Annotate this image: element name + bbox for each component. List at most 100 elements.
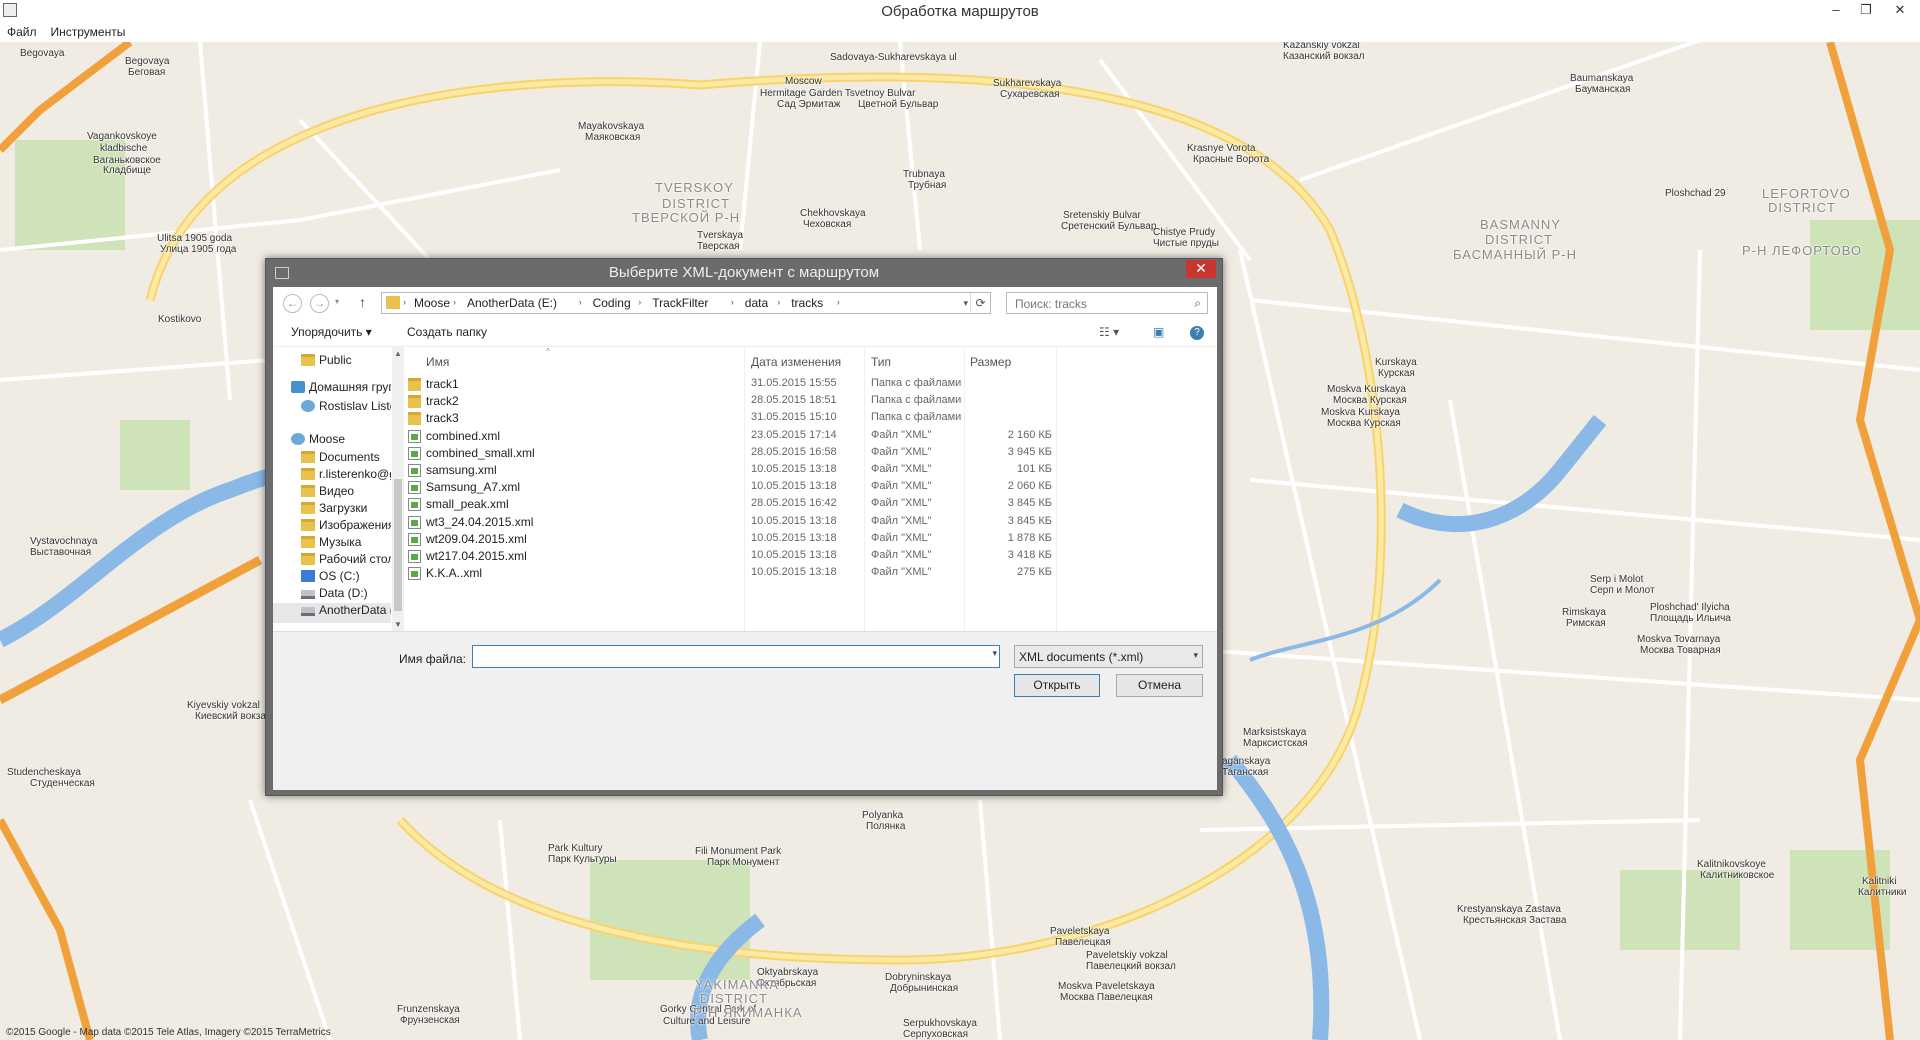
nav-item[interactable]: Public bbox=[273, 353, 391, 373]
file-name: combined.xml bbox=[426, 428, 501, 443]
nav-item[interactable]: Moose bbox=[273, 432, 391, 452]
folder-icon bbox=[408, 395, 421, 409]
xml-file-icon bbox=[408, 498, 421, 512]
folder-icon bbox=[301, 553, 315, 565]
menu-tools[interactable]: Инструменты bbox=[44, 23, 133, 41]
map-label: Крестьянская Застава bbox=[1463, 915, 1567, 926]
net-icon bbox=[291, 381, 305, 393]
address-row: ← → ▾ ↑ › Moose › AnotherData (E:) › Coding ›… bbox=[273, 287, 1217, 319]
column-size[interactable]: Размер bbox=[970, 355, 1011, 369]
file-type: Файл "XML" bbox=[871, 480, 932, 493]
file-type: Папка с файлами bbox=[871, 411, 962, 424]
open-button[interactable]: Открыть bbox=[1014, 674, 1100, 697]
chevron-down-icon: ▾ bbox=[1193, 650, 1198, 660]
map-label: Ploshchad' Ilyicha bbox=[1650, 602, 1730, 613]
district-label: YAKIMANKA bbox=[695, 977, 779, 992]
drive-icon bbox=[301, 590, 315, 599]
column-name[interactable]: Имя bbox=[426, 355, 449, 369]
breadcrumb-item[interactable]: TrackFilter bbox=[652, 296, 708, 310]
file-list[interactable]: Имя ^ Дата изменения Тип Размер track1 31… bbox=[406, 347, 1217, 631]
nav-scrollbar[interactable]: ▲ ▼ bbox=[392, 347, 404, 631]
organize-button[interactable]: Упорядочить ▾ bbox=[291, 325, 372, 339]
file-size: 3 845 КБ bbox=[1007, 497, 1052, 510]
dialog-close-button[interactable]: ✕ bbox=[1186, 260, 1216, 278]
folder-icon bbox=[301, 536, 315, 548]
cancel-button[interactable]: Отмена bbox=[1116, 674, 1203, 697]
file-row[interactable]: K.K.A..xml 10.05.2015 13:18 Файл "XML" 275 … bbox=[406, 563, 1052, 584]
new-folder-button[interactable]: Создать папку bbox=[407, 325, 487, 339]
nav-item[interactable]: Домашняя груп bbox=[273, 380, 391, 400]
user-icon bbox=[291, 433, 305, 445]
map-label: Trubnaya bbox=[903, 169, 945, 180]
map-label: Chekhovskaya bbox=[800, 208, 866, 219]
district-label: DISTRICT bbox=[700, 991, 768, 1006]
map-label: Фрунзенская bbox=[400, 1015, 460, 1026]
xml-file-icon bbox=[408, 515, 421, 529]
map-label: Sadovaya-Sukharevskaya ul bbox=[830, 52, 957, 63]
column-divider[interactable] bbox=[1056, 347, 1057, 631]
help-icon[interactable]: ? bbox=[1190, 326, 1204, 340]
view-options-icon[interactable]: ☷ ▾ bbox=[1099, 325, 1119, 339]
file-size: 275 КБ bbox=[1016, 566, 1052, 579]
chevron-right-icon[interactable]: › bbox=[731, 297, 734, 307]
recent-dropdown-icon[interactable]: ▾ bbox=[335, 297, 339, 306]
map-label: Бауманская bbox=[1575, 84, 1631, 95]
map-label: Paveletskiy vokzal bbox=[1086, 950, 1168, 961]
navigation-pane[interactable]: Public Домашняя груп Rostislav Listere Moos… bbox=[273, 347, 391, 631]
breadcrumb-item[interactable]: data bbox=[745, 296, 768, 310]
forward-arrow-icon[interactable]: → bbox=[310, 294, 329, 313]
breadcrumb-item[interactable]: AnotherData (E:) bbox=[467, 296, 557, 310]
map-label: Kurskaya bbox=[1375, 357, 1417, 368]
address-bar[interactable]: › Moose › AnotherData (E:) › Coding › TrackFil… bbox=[381, 292, 991, 314]
chevron-down-icon[interactable]: ▾ bbox=[992, 648, 997, 659]
search-input[interactable]: Поиск: tracks bbox=[1015, 297, 1087, 311]
chevron-right-icon[interactable]: › bbox=[837, 297, 840, 307]
chevron-right-icon[interactable]: › bbox=[579, 297, 582, 307]
scroll-up-icon[interactable]: ▲ bbox=[392, 349, 404, 358]
preview-pane-icon[interactable]: ▣ bbox=[1153, 325, 1164, 339]
breadcrumb-item[interactable]: tracks bbox=[791, 296, 823, 310]
scroll-thumb[interactable] bbox=[394, 479, 402, 611]
menu-file[interactable]: Файл bbox=[0, 23, 44, 41]
filename-input[interactable]: ▾ bbox=[472, 645, 1000, 668]
map-label: Москва Курская bbox=[1333, 395, 1407, 406]
up-arrow-icon[interactable]: ↑ bbox=[359, 294, 366, 310]
file-type: Файл "XML" bbox=[871, 428, 932, 441]
column-date[interactable]: Дата изменения bbox=[751, 355, 841, 369]
map-label: Mayakovskaya bbox=[578, 121, 645, 132]
chevron-down-icon[interactable]: ▾ bbox=[963, 294, 968, 312]
refresh-icon[interactable]: ⟳ bbox=[970, 293, 990, 313]
breadcrumb-item[interactable]: Moose bbox=[414, 296, 450, 310]
map-label: Чеховская bbox=[803, 219, 852, 230]
map-label: Парк Культуры bbox=[548, 854, 617, 865]
file-size: 2 160 КБ bbox=[1007, 428, 1052, 441]
nav-item[interactable]: Rostislav Listere bbox=[273, 399, 391, 419]
minimize-button[interactable]: – bbox=[1822, 0, 1850, 22]
map-label: Студенческая bbox=[30, 778, 95, 789]
column-type[interactable]: Тип bbox=[871, 355, 891, 369]
map-label: Dobryninskaya bbox=[885, 972, 952, 983]
map-label: Rimskaya bbox=[1562, 607, 1606, 618]
breadcrumb-item[interactable]: Coding bbox=[593, 296, 631, 310]
file-size: 3 945 КБ bbox=[1007, 445, 1052, 458]
chevron-right-icon[interactable]: › bbox=[453, 297, 456, 307]
file-type: Файл "XML" bbox=[871, 549, 932, 561]
restore-button[interactable]: ❐ bbox=[1852, 0, 1880, 22]
xml-file-icon bbox=[408, 464, 421, 477]
file-date: 28.05.2015 16:58 bbox=[751, 445, 837, 458]
map-label: Serp i Molot bbox=[1590, 574, 1644, 585]
close-button[interactable]: ✕ bbox=[1886, 0, 1914, 22]
file-open-dialog: Выберите XML-документ с маршрутом ✕ ← → … bbox=[265, 258, 1223, 796]
scroll-down-icon[interactable]: ▼ bbox=[392, 620, 404, 629]
search-box[interactable]: Поиск: tracks ⌕ bbox=[1006, 292, 1208, 314]
map-label: Курская bbox=[1378, 368, 1415, 379]
map-label: Kostikovo bbox=[158, 314, 202, 325]
map-label: Studencheskaya bbox=[7, 767, 81, 778]
folder-icon bbox=[386, 296, 400, 309]
filetype-select[interactable]: XML documents (*.xml) ▾ bbox=[1014, 645, 1203, 668]
nav-item-label: Moose bbox=[309, 432, 346, 446]
back-arrow-icon[interactable]: ← bbox=[283, 294, 302, 313]
chevron-right-icon[interactable]: › bbox=[638, 297, 641, 307]
chevron-right-icon[interactable]: › bbox=[777, 297, 780, 307]
nav-item[interactable]: AnotherData (E bbox=[273, 603, 391, 623]
